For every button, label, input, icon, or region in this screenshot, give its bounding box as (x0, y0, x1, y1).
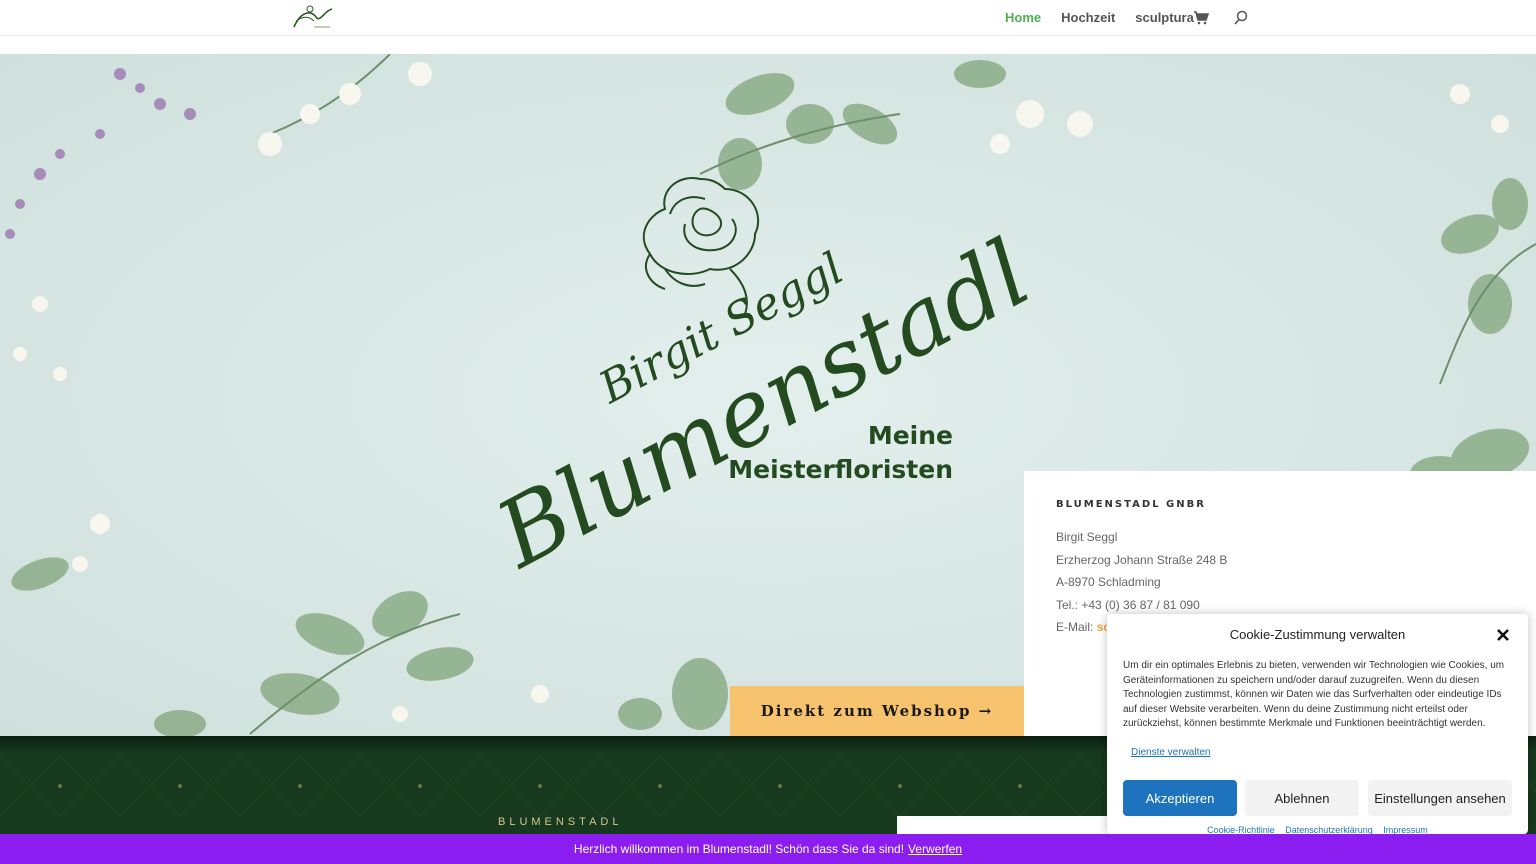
nav-item-hochzeit[interactable]: Hochzeit (1061, 10, 1115, 25)
cookie-policy-link[interactable]: Cookie-Richtlinie (1207, 825, 1275, 834)
nav-item-sculptura[interactable]: sculptura (1135, 10, 1194, 25)
contact-phone: Tel.: +43 (0) 36 87 / 81 090 (1056, 597, 1200, 612)
view-settings-button[interactable]: Einstellungen ansehen (1368, 780, 1512, 816)
welcome-notice-bar: Herzlich willkommen im Blumenstadl! Schö… (0, 834, 1536, 864)
section-label: BLUMENSTADL (498, 816, 623, 828)
tagline-line-2: Meisterfloristen (728, 455, 953, 484)
privacy-link[interactable]: Datenschutzerklärung (1285, 825, 1373, 834)
contact-street: Erzherzog Johann Straße 248 B (1056, 552, 1228, 567)
main-nav: Home Hochzeit sculptura (1005, 10, 1214, 25)
header-spacer (0, 36, 1536, 54)
nav-item-home[interactable]: Home (1005, 10, 1041, 25)
dismiss-link[interactable]: Verwerfen (908, 842, 962, 856)
cookie-description: Um dir ein optimales Erlebnis zu bieten,… (1123, 660, 1505, 729)
site-logo[interactable] (290, 3, 336, 33)
imprint-link[interactable]: Impressum (1383, 825, 1428, 834)
cookie-footer-links: Cookie-Richtlinie Datenschutzerklärung I… (1107, 825, 1528, 834)
brand-script-logo: Birgit Seggl Blumenstadl (500, 177, 1040, 589)
cookie-title: Cookie-Zustimmung verwalten (1229, 627, 1406, 642)
close-icon[interactable] (1495, 627, 1511, 643)
shopping-cart-icon[interactable] (1193, 11, 1210, 25)
cookie-consent-dialog: Cookie-Zustimmung verwalten Um dir ein o… (1107, 614, 1528, 834)
site-header: Home Hochzeit sculptura (0, 0, 1536, 36)
webshop-button[interactable]: Direkt zum Webshop → (730, 686, 1024, 736)
tagline-line-1: Meine (867, 421, 953, 450)
search-icon[interactable] (1233, 10, 1249, 26)
accept-button[interactable]: Akzeptieren (1123, 780, 1237, 816)
hero-tagline: Meine Meisterfloristen (700, 419, 953, 487)
deny-button[interactable]: Ablehnen (1245, 780, 1359, 816)
email-label: E-Mail: (1056, 620, 1094, 634)
contact-name: Birgit Seggl (1056, 530, 1118, 544)
content-card (897, 816, 1117, 836)
notice-text: Herzlich willkommen im Blumenstadl! Schö… (573, 842, 905, 856)
contact-city: A-8970 Schladming (1056, 575, 1161, 589)
contact-title: BLUMENSTADL GNBR (1056, 499, 1206, 510)
manage-services-link[interactable]: Dienste verwalten (1131, 747, 1210, 758)
